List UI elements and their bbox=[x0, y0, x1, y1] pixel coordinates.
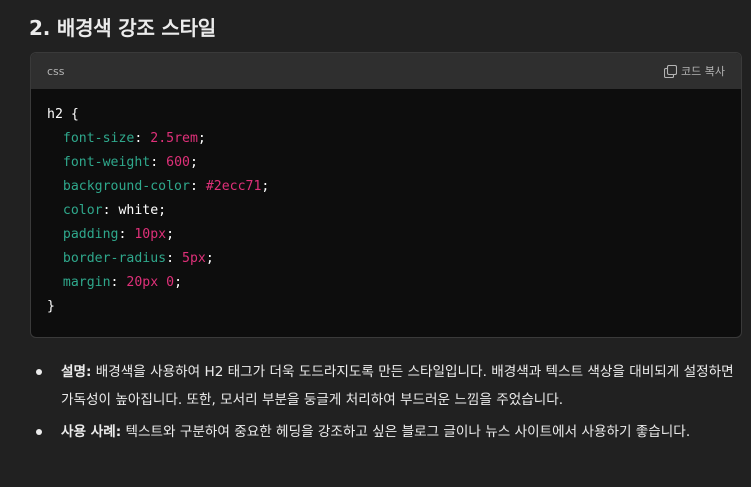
code-text: } bbox=[47, 299, 55, 314]
code-text: : bbox=[189, 179, 206, 194]
code-value: 600 bbox=[166, 155, 190, 170]
code-text: : bbox=[150, 155, 167, 170]
code-text: h2 { bbox=[47, 107, 79, 122]
section-heading: 2. 배경색 강조 스타일 bbox=[29, 16, 217, 40]
chat-message: 2. 배경색 강조 스타일 css 코드 복사 h2 { font-size: … bbox=[0, 0, 751, 487]
code-value: 5px bbox=[182, 251, 206, 266]
code-line: } bbox=[47, 295, 725, 319]
bullet-list: 설명: 배경색을 사용하여 H2 태그가 더욱 도드라지도록 만든 스타일입니다… bbox=[36, 358, 741, 450]
copy-code-label: 코드 복사 bbox=[681, 65, 725, 78]
bullet-item: 사용 사례: 텍스트와 구분하여 중요한 헤딩을 강조하고 싶은 블로그 글이나… bbox=[36, 418, 741, 446]
code-text: ; bbox=[197, 131, 206, 146]
code-text: ; bbox=[174, 275, 183, 290]
copy-icon bbox=[664, 64, 678, 78]
bullet-label: 설명: bbox=[61, 364, 92, 380]
code-block-header: css 코드 복사 bbox=[31, 53, 741, 89]
code-language-label: css bbox=[47, 64, 65, 78]
code-text: : white; bbox=[102, 203, 167, 218]
code-property: color bbox=[62, 203, 103, 218]
code-value: 2.5rem bbox=[150, 131, 198, 146]
code-text: ; bbox=[166, 227, 175, 242]
code-line: font-size: 2.5rem; bbox=[47, 127, 725, 151]
code-content[interactable]: h2 { font-size: 2.5rem; font-weight: 600… bbox=[31, 89, 741, 319]
code-property: font-size bbox=[62, 131, 135, 146]
code-line: border-radius: 5px; bbox=[47, 247, 725, 271]
code-block: css 코드 복사 h2 { font-size: 2.5rem; font-w… bbox=[30, 52, 742, 338]
code-text: ; bbox=[261, 179, 270, 194]
bullet-dot-icon bbox=[36, 429, 42, 435]
code-text: : bbox=[110, 275, 127, 290]
bullet-text: 배경색을 사용하여 H2 태그가 더욱 도드라지도록 만든 스타일입니다. 배경… bbox=[61, 364, 734, 408]
code-line: padding: 10px; bbox=[47, 223, 725, 247]
code-value: 20px 0 bbox=[126, 275, 175, 290]
code-line: background-color: #2ecc71; bbox=[47, 175, 725, 199]
code-line: font-weight: 600; bbox=[47, 151, 725, 175]
code-property: margin bbox=[62, 275, 111, 290]
code-text: ; bbox=[205, 251, 214, 266]
bullet-label: 사용 사례: bbox=[61, 424, 122, 440]
bullet-text: 텍스트와 구분하여 중요한 헤딩을 강조하고 싶은 블로그 글이나 뉴스 사이트… bbox=[125, 424, 691, 440]
code-property: padding bbox=[62, 227, 119, 242]
bullet-dot-icon bbox=[36, 369, 42, 375]
bullet-item: 설명: 배경색을 사용하여 H2 태그가 더욱 도드라지도록 만든 스타일입니다… bbox=[36, 358, 741, 414]
code-line: margin: 20px 0; bbox=[47, 271, 725, 295]
code-text: : bbox=[166, 251, 182, 266]
code-property: border-radius bbox=[62, 251, 167, 266]
code-property: background-color bbox=[62, 179, 190, 194]
code-text: ; bbox=[189, 155, 198, 170]
code-value: 10px bbox=[134, 227, 167, 242]
code-text: : bbox=[118, 227, 135, 242]
code-line: h2 { bbox=[47, 103, 725, 127]
code-property: font-weight bbox=[62, 155, 151, 170]
code-text: : bbox=[134, 131, 151, 146]
copy-code-button[interactable]: 코드 복사 bbox=[664, 63, 725, 79]
code-line: color: white; bbox=[47, 199, 725, 223]
code-value: #2ecc71 bbox=[205, 179, 262, 194]
